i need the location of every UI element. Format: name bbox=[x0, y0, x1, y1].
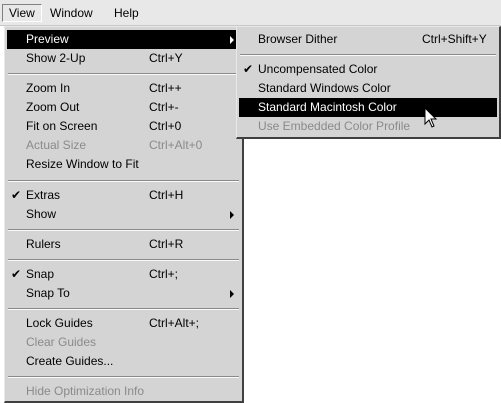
menu-separator bbox=[8, 73, 239, 75]
menu-item-shortcut: Ctrl+Alt+; bbox=[149, 316, 200, 330]
submenu-arrow-icon bbox=[230, 36, 234, 44]
menu-item-label: Standard Macintosh Color bbox=[258, 100, 397, 114]
menu-item-uncompensated-color[interactable]: ✔ Uncompensated Color bbox=[239, 60, 497, 79]
menu-item-standard-macintosh-color[interactable]: Standard Macintosh Color bbox=[239, 98, 497, 117]
menu-item-shortcut: Ctrl+Shift+Y bbox=[422, 32, 487, 46]
menu-item-extras[interactable]: ✔ Extras Ctrl+H bbox=[7, 186, 240, 205]
menu-item-label: Extras bbox=[26, 188, 61, 202]
menu-item-standard-windows-color[interactable]: Standard Windows Color bbox=[239, 79, 497, 98]
menu-view-label: View bbox=[9, 6, 35, 20]
menu-item-label: Create Guides... bbox=[26, 354, 114, 368]
menu-item-label: Fit on Screen bbox=[26, 119, 98, 133]
menu-item-label: Resize Window to Fit bbox=[26, 157, 139, 171]
menu-item-label: Standard Windows Color bbox=[258, 81, 391, 95]
menu-item-shortcut: Ctrl++ bbox=[149, 81, 182, 95]
menu-item-preview[interactable]: Preview bbox=[7, 30, 240, 49]
menu-item-shortcut: Ctrl+Alt+0 bbox=[149, 138, 203, 152]
menu-help-label: Help bbox=[114, 6, 139, 20]
menu-separator bbox=[8, 376, 239, 378]
checkmark-icon: ✔ bbox=[11, 188, 22, 202]
menu-item-label: Lock Guides bbox=[26, 316, 93, 330]
preview-submenu: Browser Dither Ctrl+Shift+Y ✔ Uncompensa… bbox=[236, 26, 501, 139]
menu-item-label: Show 2-Up bbox=[26, 51, 86, 65]
menu-item-label: Snap bbox=[26, 267, 55, 281]
menu-item-shortcut: Ctrl+0 bbox=[149, 119, 182, 133]
menu-item-show-2-up[interactable]: Show 2-Up Ctrl+Y bbox=[7, 49, 240, 68]
menu-item-zoom-in[interactable]: Zoom In Ctrl++ bbox=[7, 79, 240, 98]
menu-item-use-embedded-color-profile: Use Embedded Color Profile bbox=[239, 117, 497, 136]
menu-separator bbox=[8, 229, 239, 231]
menu-item-snap[interactable]: ✔ Snap Ctrl+; bbox=[7, 265, 240, 284]
menu-item-label: Zoom In bbox=[26, 81, 71, 95]
menu-item-label: Snap To bbox=[26, 286, 70, 300]
menu-item-shortcut: Ctrl+Y bbox=[149, 51, 183, 65]
menu-item-hide-optimization-info: Hide Optimization Info bbox=[7, 382, 240, 401]
menu-item-zoom-out[interactable]: Zoom Out Ctrl+- bbox=[7, 98, 240, 117]
menu-item-resize-window-to-fit[interactable]: Resize Window to Fit bbox=[7, 155, 240, 174]
menu-item-lock-guides[interactable]: Lock Guides Ctrl+Alt+; bbox=[7, 314, 240, 333]
submenu-arrow-icon bbox=[230, 290, 234, 298]
menu-item-fit-on-screen[interactable]: Fit on Screen Ctrl+0 bbox=[7, 117, 240, 136]
menu-window-label: Window bbox=[50, 6, 93, 20]
menu-item-create-guides[interactable]: Create Guides... bbox=[7, 352, 240, 371]
menu-item-shortcut: Ctrl+H bbox=[149, 188, 184, 202]
menu-item-label: Clear Guides bbox=[26, 335, 97, 349]
menu-item-show[interactable]: Show bbox=[7, 205, 240, 224]
menu-item-clear-guides: Clear Guides bbox=[7, 333, 240, 352]
menu-item-label: Preview bbox=[26, 32, 69, 46]
menu-item-shortcut: Ctrl+- bbox=[149, 100, 179, 114]
menu-item-label: Zoom Out bbox=[26, 100, 80, 114]
menu-item-browser-dither[interactable]: Browser Dither Ctrl+Shift+Y bbox=[239, 30, 497, 49]
checkmark-icon: ✔ bbox=[243, 62, 254, 76]
menu-separator bbox=[8, 308, 239, 310]
menu-separator bbox=[8, 180, 239, 182]
menu-window[interactable]: Window bbox=[44, 4, 99, 22]
menu-help[interactable]: Help bbox=[108, 4, 145, 22]
checkmark-icon: ✔ bbox=[11, 267, 22, 281]
menu-item-label: Hide Optimization Info bbox=[26, 384, 145, 398]
menu-item-label: Browser Dither bbox=[258, 32, 338, 46]
mouse-pointer-icon bbox=[424, 107, 438, 128]
menu-item-shortcut: Ctrl+R bbox=[149, 237, 184, 251]
menu-item-snap-to[interactable]: Snap To bbox=[7, 284, 240, 303]
menu-separator bbox=[240, 54, 496, 56]
menu-item-actual-size: Actual Size Ctrl+Alt+0 bbox=[7, 136, 240, 155]
menu-item-rulers[interactable]: Rulers Ctrl+R bbox=[7, 235, 240, 254]
menu-bar: View Window Help bbox=[0, 0, 501, 26]
view-menu: Preview Show 2-Up Ctrl+Y Zoom In Ctrl++ … bbox=[4, 26, 244, 403]
menu-item-label: Actual Size bbox=[26, 138, 87, 152]
menu-separator bbox=[8, 259, 239, 261]
menu-item-shortcut: Ctrl+; bbox=[149, 267, 179, 281]
menu-item-label: Use Embedded Color Profile bbox=[258, 119, 411, 133]
menu-item-label: Rulers bbox=[26, 237, 61, 251]
menu-view[interactable]: View bbox=[2, 4, 42, 22]
submenu-arrow-icon bbox=[230, 211, 234, 219]
menu-item-label: Uncompensated Color bbox=[258, 62, 378, 76]
menu-item-label: Show bbox=[26, 207, 57, 221]
